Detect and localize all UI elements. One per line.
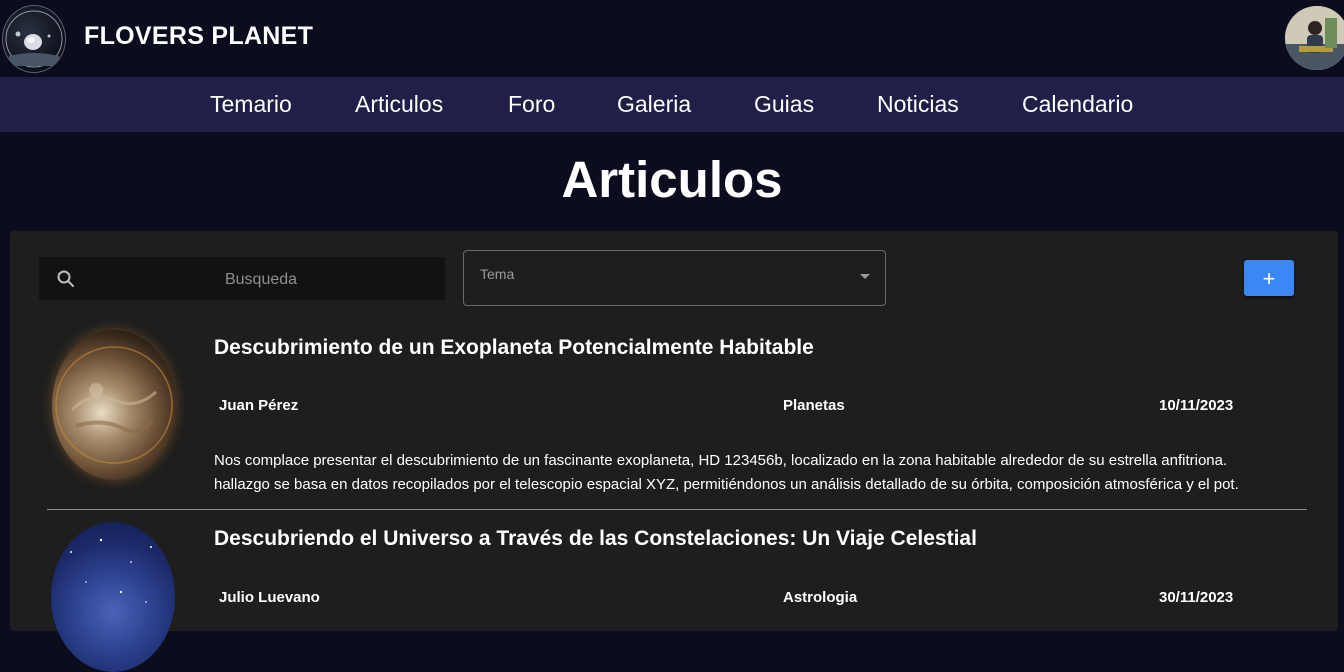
brand-name: FLOVERS PLANET (84, 22, 314, 50)
planet-logo-graphic (5, 10, 63, 68)
article-author: Juan Pérez (219, 397, 299, 414)
article-thumbnail[interactable] (51, 522, 175, 672)
nav-item-calendario[interactable]: Calendario (1022, 91, 1133, 118)
nav-item-temario[interactable]: Temario (210, 91, 292, 118)
topic-select-label: Tema (480, 266, 515, 282)
topic-select[interactable]: Tema (463, 250, 886, 306)
page-title: Articulos (561, 151, 783, 208)
article-topic: Astrologia (783, 589, 858, 606)
top-bar: FLOVERS PLANET (0, 0, 1344, 77)
avatar-graphic (1285, 6, 1344, 70)
user-avatar-icon[interactable] (1285, 6, 1344, 70)
search-icon[interactable] (56, 269, 76, 289)
main-navigation: Temario Articulos Foro Galeria Guias Not… (0, 77, 1344, 132)
chevron-down-icon[interactable] (860, 274, 870, 279)
article-excerpt-line: Nos complace presentar el descubrimiento… (214, 452, 1228, 469)
article-author: Julio Luevano (219, 589, 320, 606)
article-thumbnail[interactable] (52, 330, 176, 480)
add-article-button[interactable]: + (1244, 260, 1294, 296)
nav-item-foro[interactable]: Foro (508, 91, 555, 118)
article-excerpt-line: hallazgo se basa en datos recopilados po… (214, 476, 1239, 493)
planet-logo-icon[interactable] (2, 5, 66, 73)
article-excerpt: Nos complace presentar el descubrimiento… (214, 449, 1344, 497)
search-box (39, 257, 445, 302)
articles-panel: Tema + (10, 231, 1338, 631)
nav-item-articulos[interactable]: Articulos (355, 91, 443, 118)
exoplanet-image (55, 346, 173, 464)
article-date: 10/11/2023 (1159, 397, 1234, 414)
constellation-image (70, 538, 152, 603)
nav-item-galeria[interactable]: Galeria (617, 91, 691, 118)
search-input[interactable] (89, 257, 433, 302)
nav-item-guias[interactable]: Guias (754, 91, 814, 118)
article-date: 30/11/2023 (1159, 589, 1234, 606)
nav-item-noticias[interactable]: Noticias (877, 91, 959, 118)
article-title[interactable]: Descubriendo el Universo a Través de las… (214, 527, 977, 551)
article-divider (47, 509, 1307, 510)
article-title[interactable]: Descubrimiento de un Exoplaneta Potencia… (214, 336, 814, 360)
article-topic: Planetas (783, 397, 845, 414)
